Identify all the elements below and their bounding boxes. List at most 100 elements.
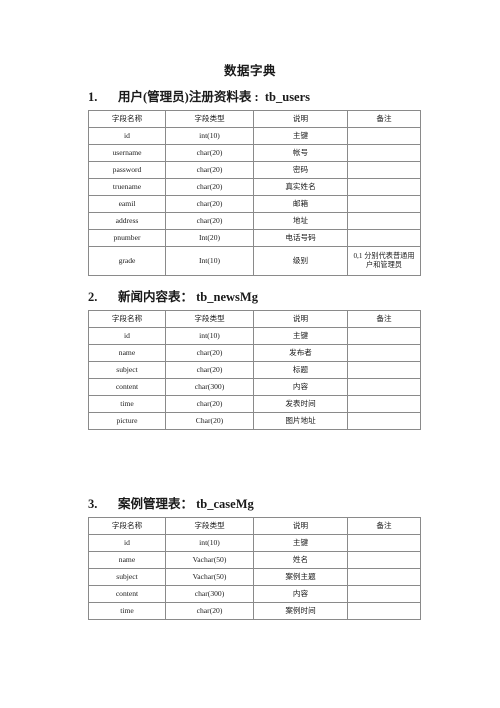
cell-type: Vachar(50) <box>165 551 254 569</box>
cell-desc: 姓名 <box>253 551 348 569</box>
section-news: 2. 新闻内容表： tb_newsMg 字段名称 字段类型 说明 备注 id i… <box>88 286 428 430</box>
cell-remark <box>347 378 421 396</box>
cell-remark <box>347 127 421 145</box>
cell-desc: 电话号码 <box>253 229 348 247</box>
cell-remark <box>347 585 421 603</box>
section-table-name: tb_newsMg <box>196 290 258 304</box>
cell-desc: 级别 <box>253 246 348 276</box>
table-row: id int(10) 主键 <box>88 327 421 345</box>
page-title: 数据字典 <box>223 64 276 78</box>
cell-desc: 发表时间 <box>253 395 348 413</box>
cell-type: char(20) <box>165 395 254 413</box>
data-dictionary-table: 字段名称 字段类型 说明 备注 id int(10) 主键 name Vacha… <box>88 517 421 620</box>
table-row: id int(10) 主键 <box>88 127 421 145</box>
section-heading: 1. 用户(管理员)注册资料表 : tb_users <box>88 86 428 105</box>
section-heading: 2. 新闻内容表： tb_newsMg <box>88 286 428 305</box>
cell-remark <box>347 212 421 230</box>
cell-remark <box>347 178 421 196</box>
cell-field: id <box>88 327 166 345</box>
cell-remark: 0,1 分别代表普通用户和管理员 <box>347 246 421 276</box>
cell-type: char(300) <box>165 378 254 396</box>
cell-remark <box>347 344 421 362</box>
cell-field: grade <box>88 246 166 276</box>
cell-type: char(20) <box>165 344 254 362</box>
cell-type: Int(10) <box>165 246 254 276</box>
cell-field: username <box>88 144 166 162</box>
cell-remark <box>347 412 421 430</box>
table-row: eamil char(20) 邮箱 <box>88 195 421 213</box>
column-header-field: 字段名称 <box>88 110 166 128</box>
cell-desc: 发布者 <box>253 344 348 362</box>
cell-remark <box>347 551 421 569</box>
cell-type: char(300) <box>165 585 254 603</box>
table-row: time char(20) 发表时间 <box>88 395 421 413</box>
cell-desc: 主键 <box>253 534 348 552</box>
cell-remark <box>347 161 421 179</box>
cell-field: subject <box>88 568 166 586</box>
table-row: picture Char(20) 图片地址 <box>88 412 421 430</box>
cell-type: int(10) <box>165 127 254 145</box>
section-number: 2. <box>88 290 98 304</box>
column-header-remark: 备注 <box>347 110 421 128</box>
cell-field: address <box>88 212 166 230</box>
column-header-desc: 说明 <box>253 310 348 328</box>
cell-field: content <box>88 585 166 603</box>
section-heading: 3. 案例管理表： tb_caseMg <box>88 493 428 512</box>
column-header-desc: 说明 <box>253 110 348 128</box>
column-header-field: 字段名称 <box>88 310 166 328</box>
cell-type: char(20) <box>165 161 254 179</box>
table-row: subject char(20) 标题 <box>88 361 421 379</box>
cell-type: char(20) <box>165 178 254 196</box>
table-row: pnumber Int(20) 电话号码 <box>88 229 421 247</box>
section-case: 3. 案例管理表： tb_caseMg 字段名称 字段类型 说明 备注 id i… <box>88 493 428 620</box>
cell-remark <box>347 395 421 413</box>
cell-type: int(10) <box>165 534 254 552</box>
cell-field: id <box>88 127 166 145</box>
column-header-type: 字段类型 <box>165 310 254 328</box>
section-name: 新闻内容表： <box>118 290 194 304</box>
cell-remark <box>347 144 421 162</box>
cell-remark <box>347 602 421 620</box>
table-row: name char(20) 发布者 <box>88 344 421 362</box>
cell-field: content <box>88 378 166 396</box>
cell-desc: 主键 <box>253 327 348 345</box>
cell-type: Char(20) <box>165 412 254 430</box>
table-row: content char(300) 内容 <box>88 585 421 603</box>
cell-type: char(20) <box>165 195 254 213</box>
cell-field: time <box>88 602 166 620</box>
cell-remark <box>347 534 421 552</box>
data-dictionary-table: 字段名称 字段类型 说明 备注 id int(10) 主键 name char(… <box>88 310 421 430</box>
cell-type: char(20) <box>165 602 254 620</box>
section-number: 1. <box>88 90 98 104</box>
section-table-name: tb_users <box>264 90 311 104</box>
cell-remark <box>347 568 421 586</box>
column-header-field: 字段名称 <box>88 517 166 535</box>
cell-desc: 帐号 <box>253 144 348 162</box>
cell-type: char(20) <box>165 361 254 379</box>
cell-remark <box>347 361 421 379</box>
section-number: 3. <box>88 497 98 511</box>
table-header-row: 字段名称 字段类型 说明 备注 <box>88 110 421 128</box>
section-name: 用户(管理员)注册资料表 : <box>118 90 259 104</box>
cell-field: name <box>88 344 166 362</box>
cell-type: Int(20) <box>165 229 254 247</box>
cell-type: char(20) <box>165 212 254 230</box>
cell-type: int(10) <box>165 327 254 345</box>
table-header-row: 字段名称 字段类型 说明 备注 <box>88 517 421 535</box>
cell-field: id <box>88 534 166 552</box>
table-row: name Vachar(50) 姓名 <box>88 551 421 569</box>
cell-field: pnumber <box>88 229 166 247</box>
column-header-remark: 备注 <box>347 310 421 328</box>
cell-desc: 案例时间 <box>253 602 348 620</box>
cell-desc: 真实姓名 <box>253 178 348 196</box>
table-row: subject Vachar(50) 案例主题 <box>88 568 421 586</box>
cell-desc: 内容 <box>253 378 348 396</box>
cell-field: eamil <box>88 195 166 213</box>
cell-field: name <box>88 551 166 569</box>
cell-desc: 案例主题 <box>253 568 348 586</box>
table-row: id int(10) 主键 <box>88 534 421 552</box>
cell-desc: 邮箱 <box>253 195 348 213</box>
cell-field: truename <box>88 178 166 196</box>
table-row: time char(20) 案例时间 <box>88 602 421 620</box>
cell-type: char(20) <box>165 144 254 162</box>
